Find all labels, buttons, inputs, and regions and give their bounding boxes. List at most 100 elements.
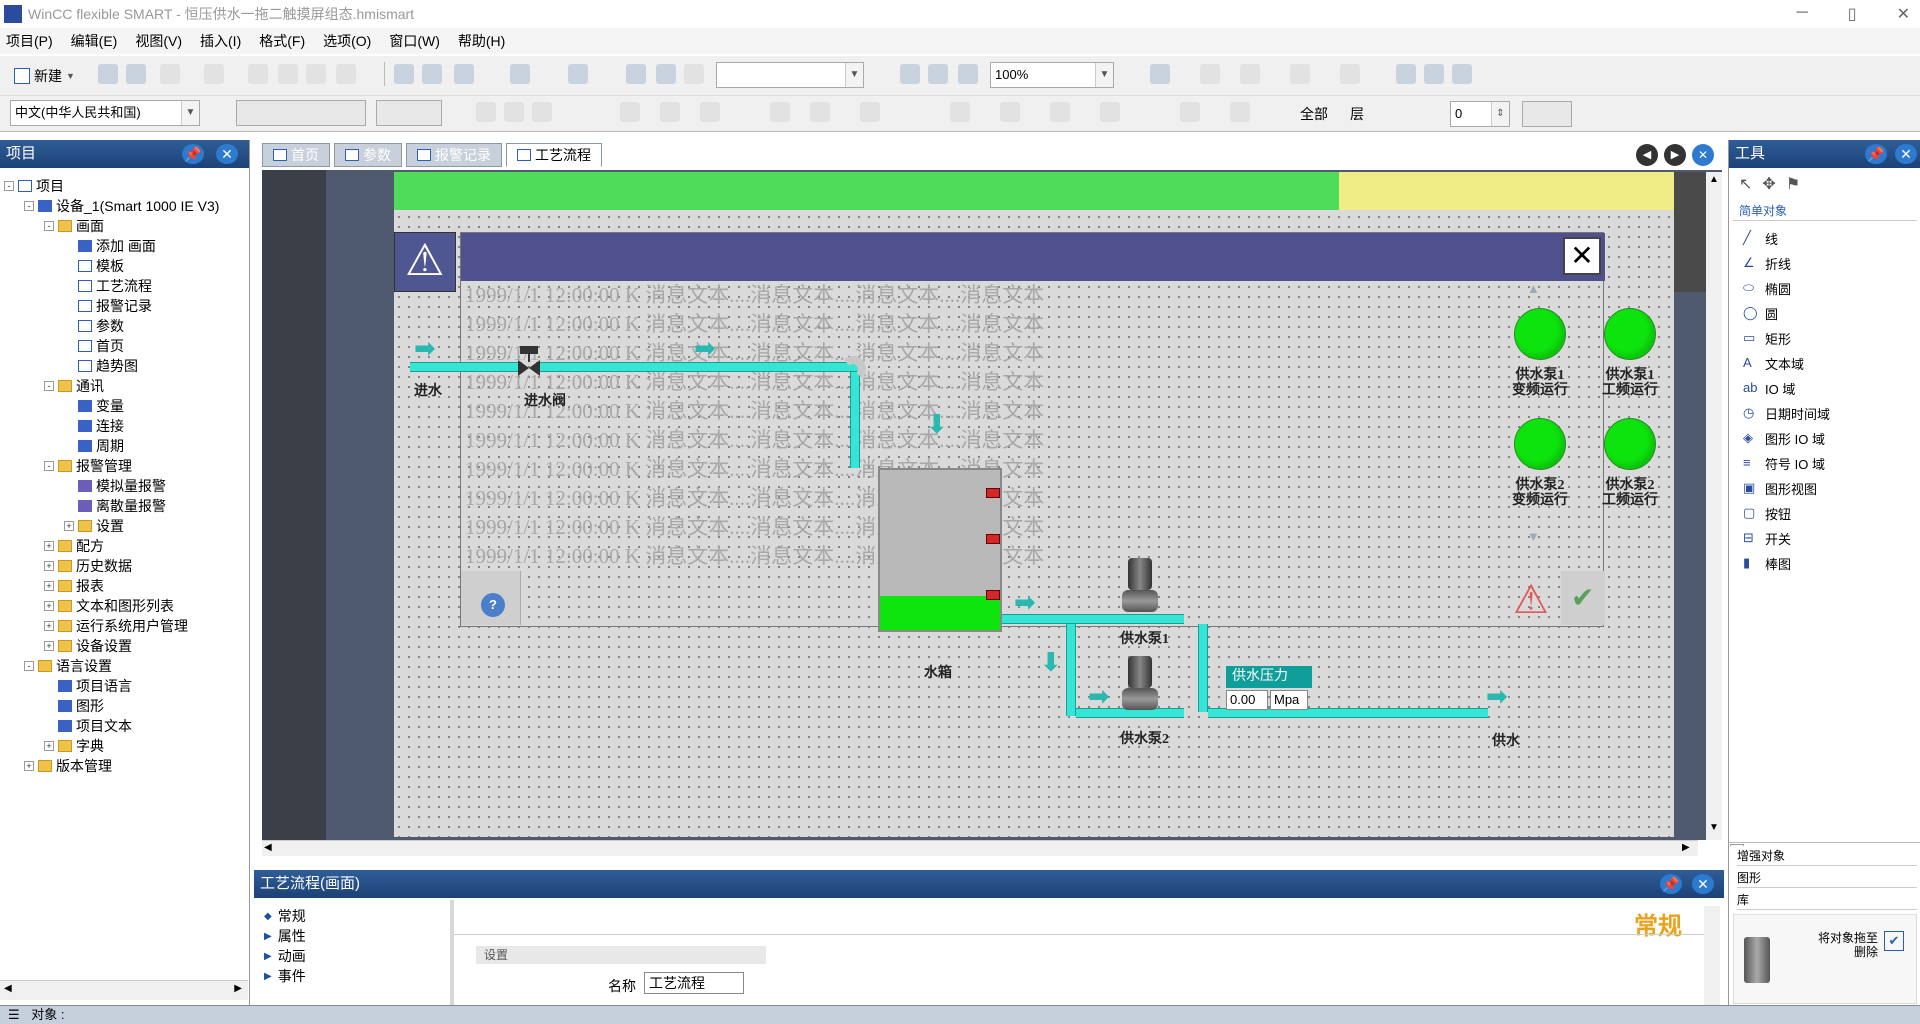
tree-item[interactable]: 工艺流程 <box>78 276 152 296</box>
zoom-combo[interactable]: 100% ▼ <box>990 62 1114 88</box>
tree-expander[interactable]: - <box>44 461 54 471</box>
tool-item[interactable]: ab IO 域 <box>1743 378 1795 398</box>
tree-item[interactable]: 通讯 <box>58 376 104 396</box>
editor-hscrollbar[interactable]: ◀ ▶ <box>262 840 1698 856</box>
check-box-icon[interactable]: ✔ <box>1884 931 1904 951</box>
alarm-window[interactable]: 1999/1/1 12:00:00 K 消息文本....消息文本....消息文本… <box>460 232 1605 627</box>
tree-item[interactable]: 首页 <box>78 336 124 356</box>
property-vscrollbar[interactable] <box>1704 906 1720 1006</box>
tree-expander[interactable]: + <box>44 641 54 651</box>
tool-item[interactable]: A 文本域 <box>1743 353 1804 373</box>
tool-item[interactable]: ◯ 圆 <box>1743 303 1778 323</box>
lamp-pump2-vfd[interactable] <box>1514 418 1566 470</box>
menu-edit[interactable]: 编辑(E) <box>71 31 118 51</box>
inlet-valve[interactable] <box>518 346 540 376</box>
zoom-out-icon[interactable] <box>958 64 978 84</box>
redo-icon[interactable] <box>204 64 224 84</box>
lamp-pump2-line[interactable] <box>1604 418 1656 470</box>
transfer-icon[interactable] <box>510 64 530 84</box>
pressure-io-field[interactable]: 0.00 <box>1226 690 1268 710</box>
tool-item[interactable]: ◷ 日期时间域 <box>1743 403 1830 423</box>
align-center-icon[interactable] <box>660 102 680 122</box>
rotate-icon[interactable] <box>656 64 676 84</box>
zoom-area-icon[interactable] <box>900 64 920 84</box>
lamp-pump1-vfd[interactable] <box>1514 308 1566 360</box>
tree-item[interactable]: 报警记录 <box>78 296 152 316</box>
lamp-pump1-line[interactable] <box>1604 308 1656 360</box>
tree-item[interactable]: 报表 <box>58 576 104 596</box>
alarm-confirm-button[interactable]: ✔ <box>1561 571 1605 625</box>
menu-options[interactable]: 选项(O) <box>323 31 371 51</box>
tree-expander[interactable]: + <box>44 601 54 611</box>
tool-item[interactable]: ▢ 按钮 <box>1743 503 1791 523</box>
tree-item[interactable]: 趋势图 <box>78 356 138 376</box>
tree-item[interactable]: 配方 <box>58 536 104 556</box>
pump1[interactable] <box>1122 558 1158 614</box>
tool-item[interactable]: ⊟ 开关 <box>1743 528 1791 548</box>
tree-item[interactable]: 连接 <box>78 416 124 436</box>
download-icon[interactable] <box>454 64 474 84</box>
prop-nav-events[interactable]: ▶ 事件 <box>264 966 444 986</box>
tree-expander[interactable]: - <box>44 381 54 391</box>
tree-item[interactable]: 图形 <box>58 696 104 716</box>
scroll-up-icon[interactable]: ▲ <box>1527 281 1557 311</box>
tool-item[interactable]: ◈ 图形 IO 域 <box>1743 428 1825 448</box>
align-top-icon[interactable] <box>770 102 790 122</box>
alarm-indicator[interactable]: ⚠ <box>394 232 456 292</box>
tree-item[interactable]: 运行系统用户管理 <box>58 616 188 636</box>
screen-canvas[interactable]: 1999/1/1 12:00:00 K 消息文本....消息文本....消息文本… <box>394 172 1674 837</box>
cut-icon[interactable] <box>278 64 298 84</box>
maximize-icon[interactable]: ▯ <box>1848 4 1857 24</box>
scroll-down-icon[interactable]: ▼ <box>1527 529 1557 559</box>
alarm-close-icon[interactable]: ✕ <box>1563 237 1601 275</box>
tool-item[interactable]: ▭ 矩形 <box>1743 328 1791 348</box>
pan-tool-icon[interactable]: ✥ <box>1762 174 1775 194</box>
tree-item[interactable]: 画面 <box>58 216 104 236</box>
same-size-icon[interactable] <box>1100 102 1120 122</box>
tab-params[interactable]: 参数 <box>334 143 402 167</box>
tree-item[interactable]: 添加 画面 <box>78 236 156 256</box>
tree-item[interactable]: 文本和图形列表 <box>58 596 174 616</box>
font-size-combo[interactable] <box>376 100 442 126</box>
bring-front-icon[interactable] <box>1180 102 1200 122</box>
tree-item[interactable]: 报警管理 <box>58 456 132 476</box>
undo-icon[interactable] <box>160 64 180 84</box>
tab-close-icon[interactable]: ✕ <box>1692 144 1714 166</box>
tree-expander[interactable]: + <box>64 521 74 531</box>
copy-icon[interactable] <box>306 64 326 84</box>
check-icon[interactable] <box>394 64 414 84</box>
pump2[interactable] <box>1122 656 1158 712</box>
tree-item[interactable]: 模板 <box>78 256 124 276</box>
object-icon[interactable] <box>568 64 588 84</box>
lock-icon[interactable] <box>626 64 646 84</box>
save-icon[interactable] <box>126 64 146 84</box>
tree-item[interactable]: 历史数据 <box>58 556 132 576</box>
section-library[interactable]: 库 <box>1737 890 1917 910</box>
water-tank[interactable] <box>878 468 1002 632</box>
tab-process[interactable]: 工艺流程 <box>506 143 602 167</box>
tree-item[interactable]: 设备设置 <box>58 636 132 656</box>
distribute-icon[interactable] <box>950 102 970 122</box>
prop-nav-properties[interactable]: ▶ 属性 <box>264 926 444 946</box>
menu-project[interactable]: 项目(P) <box>6 31 53 51</box>
tool-item[interactable]: ▮ 棒图 <box>1743 553 1791 573</box>
tool-item[interactable]: ▣ 图形视图 <box>1743 478 1817 498</box>
tool-item[interactable]: ∠ 折线 <box>1743 253 1791 273</box>
simple-objects-group[interactable]: 简单对象 <box>1739 202 1787 219</box>
recycle-area[interactable]: 将对象拖至 删除 ✔ <box>1733 914 1917 1004</box>
tree-expander[interactable]: + <box>44 541 54 551</box>
align-middle-icon[interactable] <box>810 102 830 122</box>
line-style-icon[interactable] <box>1290 64 1310 84</box>
prop-nav-general[interactable]: ◆ 常规 <box>264 906 444 926</box>
tree-expander[interactable]: - <box>44 221 54 231</box>
compile-icon[interactable] <box>422 64 442 84</box>
alarm-help-button[interactable]: ? <box>461 571 521 625</box>
section-graphics[interactable]: 图形 <box>1737 868 1917 888</box>
align-bottom-icon[interactable] <box>860 102 880 122</box>
tool-item[interactable]: ⬭ 椭圆 <box>1743 278 1791 298</box>
layer-spinner[interactable]: 0 ⇕ <box>1450 101 1510 127</box>
editor-vscrollbar[interactable]: ▲ ▼ <box>1706 172 1722 840</box>
help-icon[interactable] <box>1424 64 1444 84</box>
open-icon[interactable] <box>98 64 118 84</box>
prop-nav-animation[interactable]: ▶ 动画 <box>264 946 444 966</box>
